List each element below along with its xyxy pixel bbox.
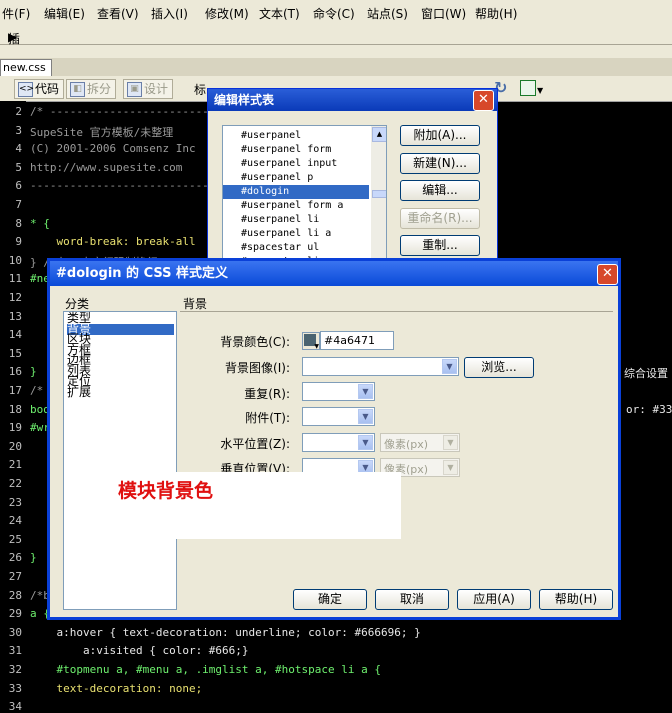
attachment-label: 附件(T): (245, 411, 290, 425)
code-line: text-decoration: none; (30, 681, 203, 695)
attachment-select[interactable]: ▼ (302, 407, 375, 426)
close-icon[interactable]: ✕ (597, 264, 618, 285)
annotation-text: 模块背景色 (118, 480, 214, 502)
style-list-item[interactable]: #userpanel p (223, 171, 369, 185)
design-view-icon: ▣ (127, 82, 142, 97)
edit-stylesheet-dialog: 编辑样式表 ✕ ▲ #userpanel #userpanel form #user… (207, 88, 498, 266)
code-line: /* (30, 384, 44, 397)
split-view-icon: ◧ (70, 82, 85, 97)
menu-file[interactable]: 件(F) (2, 5, 30, 22)
code-line: a:hover { text-decoration: underline; co… (30, 625, 421, 639)
style-list-item[interactable]: #userpanel form (223, 143, 369, 157)
chevron-down-icon[interactable]: ▼ (358, 409, 373, 424)
menu-modify[interactable]: 修改(M) (205, 5, 249, 22)
repeat-select[interactable]: ▼ (302, 382, 375, 401)
edit-stylesheet-title: 编辑样式表 (208, 89, 497, 111)
menu-text[interactable]: 文本(T) (259, 5, 300, 22)
code-line: } (30, 365, 37, 379)
style-list-item[interactable]: #userpanel li (223, 213, 369, 227)
bg-image-input[interactable]: ▼ (302, 357, 459, 376)
menu-bar: 件(F) 编辑(E) 查看(V) 插入(I) 修改(M) 文本(T) 命令(C)… (0, 0, 672, 25)
code-line: * { (30, 216, 50, 230)
document-tab[interactable]: new.css (0, 59, 52, 76)
style-list-item[interactable]: #userpanel input (223, 157, 369, 171)
insert-bar[interactable]: ▶ 插入 (0, 24, 672, 63)
annotation-box: 模块背景色 (106, 472, 401, 539)
rename-button[interactable]: 重命名(R)... (400, 207, 480, 229)
hpos-label: 水平位置(Z): (220, 437, 290, 451)
bg-color-swatch[interactable]: ▼ (302, 332, 320, 350)
code-line: #topmenu a, #menu a, .imglist a, #hotspa… (30, 663, 381, 676)
attach-button[interactable]: 附加(A)... (400, 125, 480, 146)
panel-gap (0, 45, 672, 58)
code-line: (C) 2001-2006 Comsenz Inc (30, 142, 196, 156)
style-list[interactable]: ▲ #userpanel #userpanel form #userpanel in… (222, 125, 387, 266)
code-line: word-break: break-all (30, 235, 196, 249)
category-header: 分类 (65, 297, 90, 311)
menu-help[interactable]: 帮助(H) (475, 5, 517, 22)
edit-button[interactable]: 编辑... (400, 180, 480, 201)
category-list[interactable]: 类型 背景 区块 方框 边框 列表 定位 扩展 (63, 311, 177, 610)
code-line: http://www.supesite.com (30, 160, 183, 174)
menu-insert[interactable]: 插入(I) (151, 5, 188, 22)
chevron-down-icon[interactable]: ▼ (443, 460, 458, 475)
code-line: } (30, 551, 37, 565)
repeat-label: 重复(R): (244, 387, 290, 401)
style-list-scrollbar[interactable]: ▲ (371, 126, 386, 265)
style-list-item[interactable]: #dologin (223, 185, 369, 199)
browse-button[interactable]: 浏览... (464, 357, 534, 378)
category-item[interactable]: 扩展 (67, 386, 174, 398)
split-view-button[interactable]: ◧ 拆分 (66, 79, 117, 99)
code-line: SupeSite 官方模板/未整理 (30, 125, 174, 139)
design-view-button[interactable]: ▣ 设计 (123, 79, 174, 99)
document-tab-bar (0, 58, 672, 77)
menu-window[interactable]: 窗口(W) (421, 5, 466, 22)
chevron-down-icon[interactable]: ▼ (358, 384, 373, 399)
code-view-icon: <> (18, 82, 34, 97)
style-list-item[interactable]: #userpanel (223, 129, 369, 143)
title-label: 标 (194, 83, 207, 97)
bg-color-label: 背景颜色(C): (220, 335, 290, 349)
section-header: 背景 (183, 297, 208, 311)
chevron-down-icon[interactable]: ▼ (442, 359, 457, 374)
help-button[interactable]: 帮助(H) (539, 589, 613, 610)
code-line: a:visited { color: #666;} (30, 644, 249, 658)
chevron-down-icon[interactable]: ▼ (443, 435, 458, 450)
section-divider (180, 311, 613, 312)
css-rule-definition-dialog: #dologin 的 CSS 样式定义 ✕ 分类 背景 类型 背景 区块 方框 边框 列表… (47, 258, 621, 620)
line-number: 34 (8, 700, 22, 713)
menu-site[interactable]: 站点(S) (367, 5, 408, 22)
style-list-item[interactable]: #userpanel form a (223, 199, 369, 213)
menu-edit[interactable]: 编辑(E) (44, 5, 85, 22)
line-number: 33 (8, 681, 22, 695)
apply-button[interactable]: 应用(A) (457, 589, 531, 610)
style-list-item[interactable]: #spacestar ul (223, 241, 369, 255)
bg-image-label: 背景图像(I): (225, 361, 290, 375)
ok-button[interactable]: 确定 (293, 589, 367, 610)
menu-commands[interactable]: 命令(C) (313, 5, 355, 22)
menu-view[interactable]: 查看(V) (97, 5, 139, 22)
code-line-fragment: 综合设置 (624, 367, 668, 381)
style-list-item[interactable]: #userpanel li a (223, 227, 369, 241)
chevron-down-icon[interactable]: ▼ (358, 435, 373, 450)
new-button[interactable]: 新建(N)... (400, 152, 480, 174)
cancel-button[interactable]: 取消 (375, 589, 449, 610)
close-icon[interactable]: ✕ (473, 90, 494, 111)
code-view-button[interactable]: <> 代码 (14, 79, 65, 99)
code-line-fragment: or: #33 (626, 402, 672, 416)
scroll-up-icon[interactable]: ▲ (372, 127, 386, 142)
scroll-thumb[interactable] (372, 190, 386, 198)
duplicate-button[interactable]: 重制... (400, 235, 480, 256)
view-options-icon[interactable] (520, 80, 536, 96)
hpos-unit-select[interactable]: 像素(px) ▼ (380, 433, 460, 452)
view-options-dropdown-icon[interactable]: ▼ (537, 86, 543, 95)
hpos-select[interactable]: ▼ (302, 433, 375, 452)
bg-color-input[interactable]: #4a6471 (320, 331, 394, 350)
css-dialog-title: #dologin 的 CSS 样式定义 (50, 261, 618, 286)
